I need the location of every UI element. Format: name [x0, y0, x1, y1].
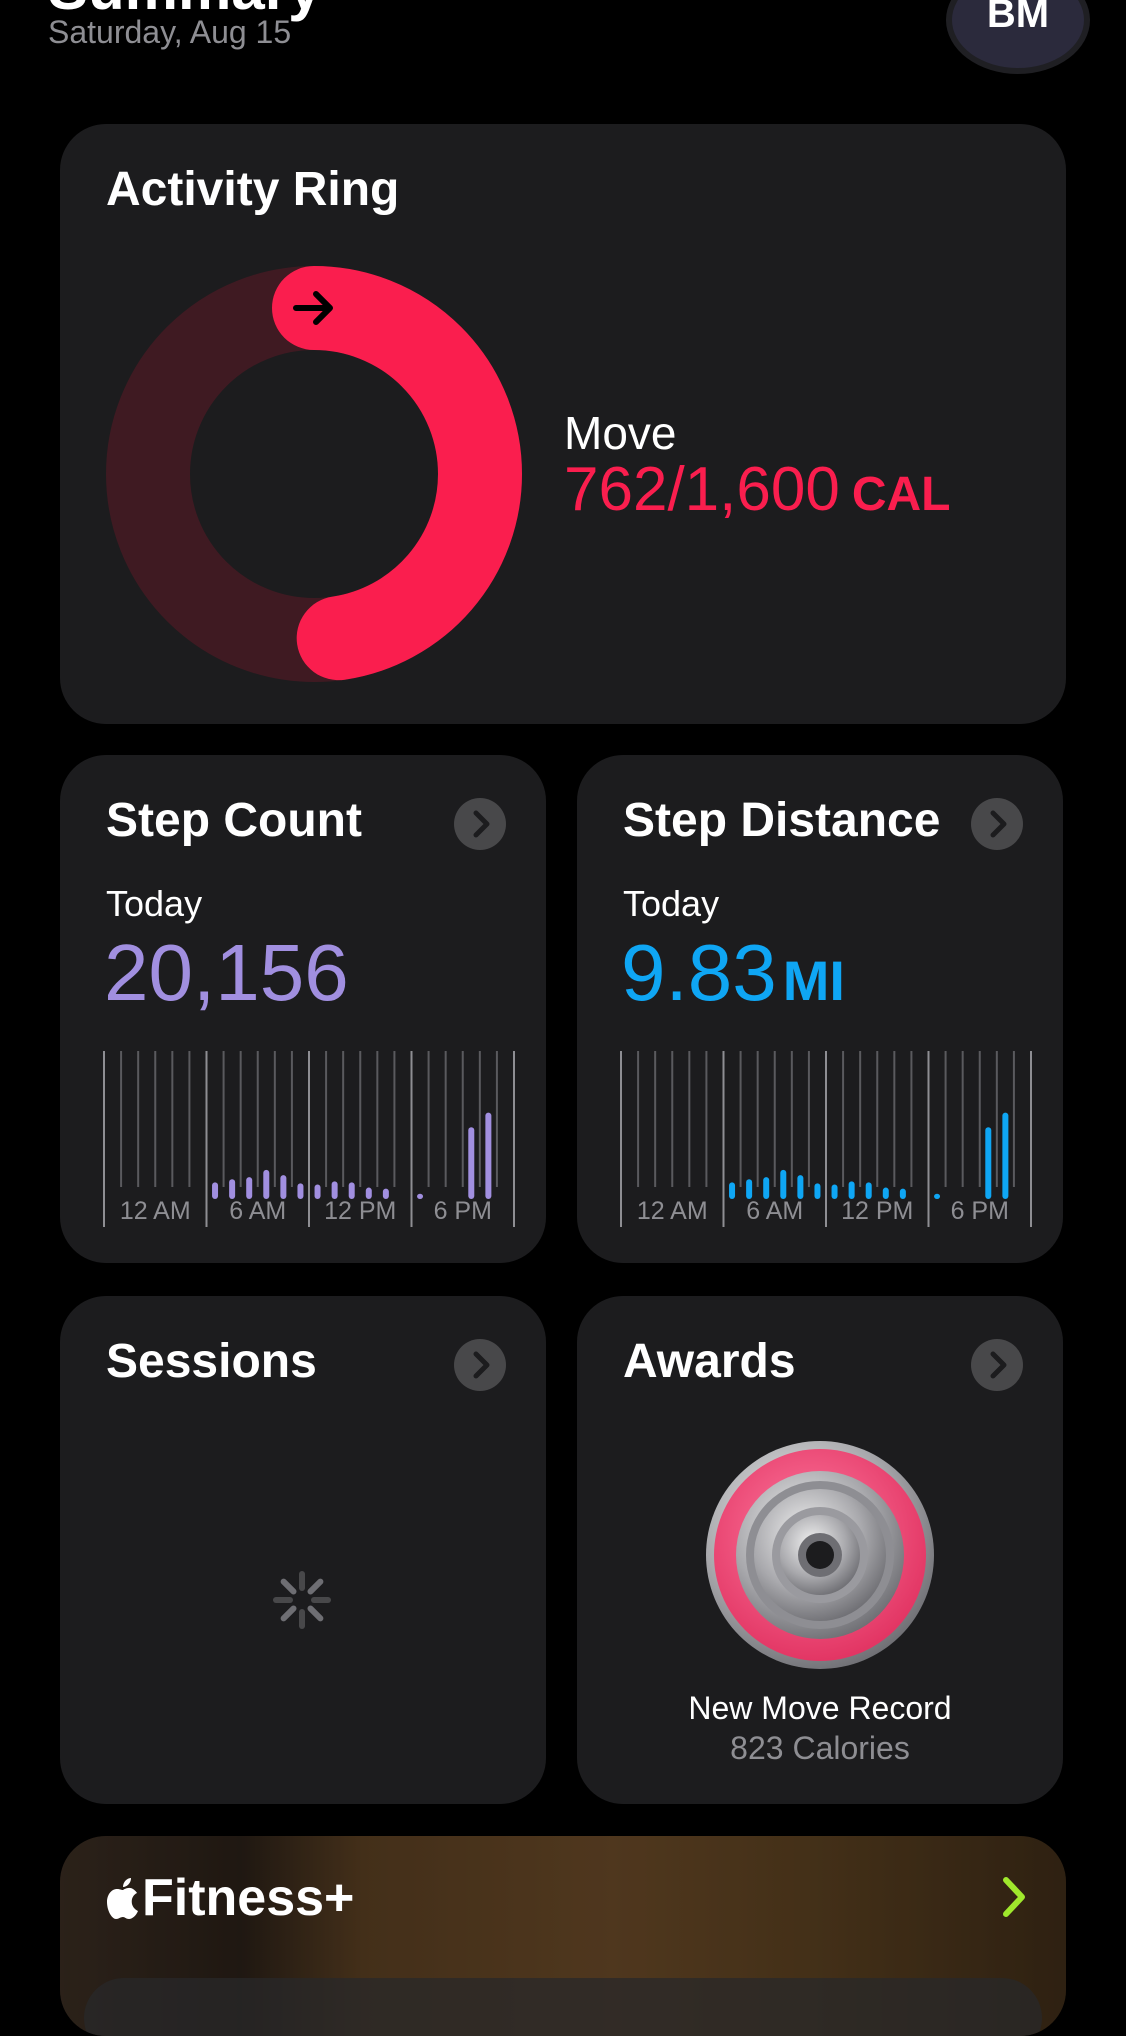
- spinner-spoke: [280, 1578, 297, 1595]
- move-label: Move: [564, 407, 677, 459]
- fitness-plus-card[interactable]: Fitness+: [60, 1836, 1066, 2036]
- chevron-right-icon: [990, 810, 1007, 838]
- step-distance-bar: [934, 1193, 941, 1199]
- fitness-plus-preview-panel[interactable]: [84, 1978, 1042, 2036]
- step-count-bar: [280, 1175, 287, 1199]
- chevron-right-icon[interactable]: [994, 1872, 1034, 1922]
- chevron-right-icon: [473, 810, 490, 838]
- chevron-right-icon: [990, 1351, 1007, 1379]
- step-count-bar: [314, 1184, 321, 1199]
- step-distance-period: Today: [623, 883, 720, 924]
- move-record-award-badge-icon[interactable]: [705, 1440, 935, 1670]
- date-label: Saturday, Aug 15: [48, 14, 292, 50]
- awards-chevron-button[interactable]: [971, 1339, 1023, 1391]
- move-ring: [106, 266, 522, 682]
- step-distance-chart: 12 AM 6 AM 12 PM 6 PM: [620, 1051, 1032, 1227]
- step-distance-bar: [1002, 1112, 1009, 1199]
- step-distance-bar: [780, 1169, 787, 1199]
- move-unit: CAL: [851, 468, 951, 521]
- step-count-chevron-button[interactable]: [454, 798, 506, 850]
- chevron-right-icon: [473, 1351, 490, 1379]
- step-distance-tick-label: 6 PM: [951, 1197, 1009, 1225]
- step-count-tick-label: 12 PM: [324, 1197, 396, 1225]
- step-count-tick-label: 6 AM: [229, 1197, 286, 1225]
- step-count-title: Step Count: [106, 794, 362, 847]
- sessions-card[interactable]: Sessions: [60, 1296, 546, 1804]
- apple-logo-icon: [107, 1878, 138, 1919]
- step-count-tick-label: 6 PM: [434, 1197, 492, 1225]
- step-count-card[interactable]: Step Count Today 20,156 12 AM 6 AM 12 PM 6 …: [60, 755, 546, 1263]
- step-count-bar: [417, 1193, 424, 1199]
- step-distance-bar: [814, 1183, 821, 1199]
- avatar-initials: BM: [986, 0, 1050, 36]
- loading-spinner-icon: [273, 1571, 331, 1629]
- step-distance-bar: [797, 1175, 804, 1199]
- awards-title: Awards: [623, 1335, 796, 1388]
- step-count-chart: 12 AM 6 AM 12 PM 6 PM: [103, 1051, 515, 1227]
- step-distance-bar: [831, 1184, 838, 1199]
- step-count-bar: [297, 1183, 304, 1199]
- distance-unit: MI: [782, 949, 845, 1012]
- spinner-spoke: [307, 1605, 324, 1622]
- step-distance-tick-label: 12 AM: [637, 1197, 708, 1225]
- fitness-plus-title: Fitness+: [142, 1869, 355, 1927]
- spinner-spoke: [307, 1578, 324, 1595]
- spinner-spoke: [280, 1605, 297, 1622]
- step-distance-value: 9.83 MI: [621, 927, 845, 1019]
- sessions-chevron-button[interactable]: [454, 1339, 506, 1391]
- step-distance-tick-label: 12 PM: [841, 1197, 913, 1225]
- distance-number: 9.83: [621, 928, 777, 1017]
- step-count-bar: [485, 1112, 492, 1199]
- profile-avatar[interactable]: BM: [946, 0, 1090, 74]
- step-distance-tick-label: 6 AM: [746, 1197, 803, 1225]
- step-distance-title: Step Distance: [623, 794, 941, 847]
- step-count-tick-label: 12 AM: [120, 1197, 191, 1225]
- move-value: 762/1,600 CAL: [564, 454, 950, 525]
- activity-ring-card[interactable]: Activity Ring Move 762/1,600 CAL: [60, 124, 1066, 724]
- move-calories: 762/1,600: [564, 455, 840, 524]
- step-count-period: Today: [106, 883, 203, 924]
- step-distance-card[interactable]: Step Distance Today 9.83 MI 12 AM 6 AM 12 P…: [577, 755, 1063, 1263]
- step-count-bar: [263, 1169, 270, 1199]
- step-count-bar: [212, 1182, 219, 1199]
- step-count-bar: [246, 1177, 253, 1199]
- step-count-bar: [468, 1127, 475, 1199]
- award-name: New Move Record: [688, 1690, 952, 1726]
- awards-card[interactable]: Awards New Move Record 823 Calories: [577, 1296, 1063, 1804]
- award-detail: 823 Calories: [730, 1730, 910, 1766]
- sessions-title: Sessions: [106, 1335, 317, 1388]
- activity-ring-title: Activity Ring: [106, 163, 400, 216]
- step-distance-bar: [985, 1127, 992, 1199]
- step-distance-bar: [763, 1177, 770, 1199]
- step-distance-chevron-button[interactable]: [971, 798, 1023, 850]
- step-count-value: 20,156: [104, 928, 349, 1017]
- step-distance-bar: [729, 1182, 736, 1199]
